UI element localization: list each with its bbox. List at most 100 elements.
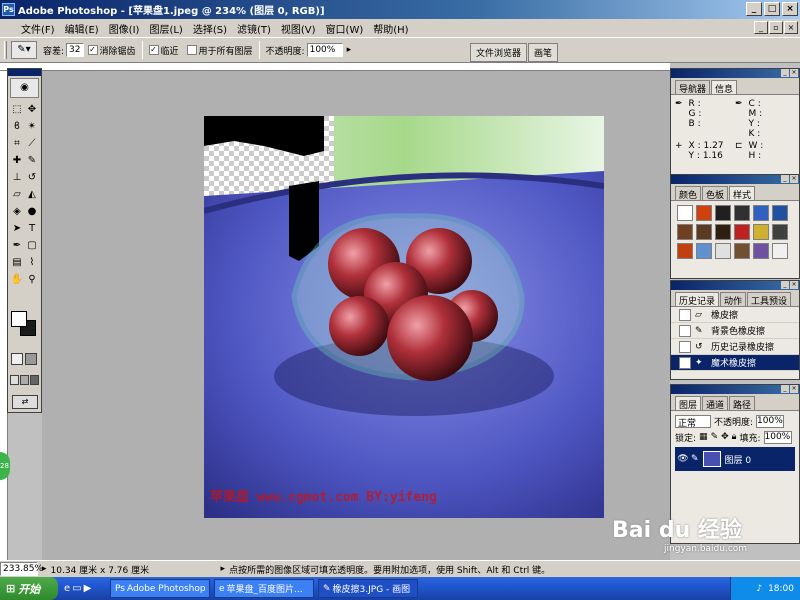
task-paint[interactable]: ✎ 橡皮擦3.JPG - 画图 (318, 579, 418, 598)
menu-layer[interactable]: 图层(L) (144, 21, 187, 36)
history-item[interactable]: ✎ 背景色橡皮擦 (671, 323, 799, 339)
notes-tool-icon[interactable]: ▤ (10, 255, 24, 271)
layer-opacity-input[interactable]: 100% (756, 414, 785, 428)
lock-transparency-icon[interactable]: ▦ (699, 432, 708, 442)
desktop-icon[interactable]: ▭ (72, 583, 81, 594)
screen-mode-full-menu-icon[interactable] (20, 375, 29, 385)
tab-navigator[interactable]: 导航器 (675, 80, 711, 95)
style-swatch[interactable] (696, 205, 712, 221)
task-browser[interactable]: e 苹果盘_百度图片... (214, 579, 314, 598)
fill-input[interactable]: 100% (763, 430, 792, 444)
marquee-tool-icon[interactable]: ⬚ (10, 102, 24, 118)
eraser-tool-icon[interactable]: ▱ (10, 187, 24, 203)
paint-bucket-tool-icon[interactable]: ◭ (25, 187, 39, 203)
doc-close-button[interactable]: × (784, 21, 798, 34)
pen-tool-icon[interactable]: ✒ (10, 238, 24, 254)
task-photoshop[interactable]: Ps Adobe Photoshop ... (110, 579, 210, 598)
tolerance-input[interactable]: 32 (66, 43, 84, 57)
side-tab-icon[interactable]: 28 (0, 452, 10, 480)
menu-edit[interactable]: 编辑(E) (60, 21, 104, 36)
foreground-color-swatch[interactable] (11, 311, 27, 327)
minimize-button[interactable]: _ (746, 2, 762, 16)
all-layers-checkbox[interactable] (186, 45, 197, 55)
tab-tool-presets[interactable]: 工具预设 (747, 292, 792, 307)
layers-panel-titlebar[interactable]: _ × (671, 385, 799, 394)
menu-image[interactable]: 图像(I) (104, 21, 145, 36)
tab-layers[interactable]: 图层 (675, 396, 702, 411)
magic-wand-tool-icon[interactable]: ✴ (25, 119, 39, 135)
clock[interactable]: 18:00 (768, 584, 794, 594)
start-button[interactable]: ⊞ 开始 (0, 577, 58, 600)
type-tool-icon[interactable]: T (25, 221, 39, 237)
lock-all-icon[interactable]: 🔒︎ (732, 432, 737, 442)
healing-brush-tool-icon[interactable]: ✚ (10, 153, 24, 169)
history-brush-tool-icon[interactable]: ↺ (25, 170, 39, 186)
tray-volume-icon[interactable]: ♪ (756, 584, 762, 594)
media-icon[interactable]: ▶ (84, 583, 92, 594)
style-swatch[interactable] (734, 224, 750, 240)
move-tool-icon[interactable]: ✥ (25, 102, 39, 118)
tab-swatches[interactable]: 色板 (702, 186, 729, 201)
horizontal-ruler[interactable] (0, 63, 670, 71)
menu-select[interactable]: 选择(S) (188, 21, 232, 36)
file-browser-tab[interactable]: 文件浏览器 (470, 43, 528, 62)
doc-restore-button[interactable]: ▫ (769, 21, 783, 34)
style-swatch[interactable] (772, 205, 788, 221)
history-source-checkbox[interactable] (679, 308, 691, 321)
blend-mode-select[interactable]: 正常 (675, 414, 711, 429)
tab-channels[interactable]: 通道 (702, 396, 729, 411)
screen-mode-standard-icon[interactable] (10, 375, 19, 385)
lasso-tool-icon[interactable]: ϐ (10, 119, 24, 135)
magic-eraser-preset-icon[interactable]: ✎▾ (11, 41, 37, 59)
history-source-checkbox[interactable] (679, 340, 691, 353)
hand-tool-icon[interactable]: ✋ (10, 272, 24, 288)
slice-tool-icon[interactable]: ⟋ (25, 136, 39, 152)
style-swatch[interactable] (715, 205, 731, 221)
eyedropper-tool-icon[interactable]: ⌇ (25, 255, 39, 271)
history-item[interactable]: ▱ 橡皮擦 (671, 307, 799, 323)
tab-info[interactable]: 信息 (711, 80, 738, 95)
close-button[interactable]: × (782, 2, 798, 16)
tab-styles[interactable]: 样式 (729, 186, 756, 201)
style-swatch[interactable] (753, 205, 769, 221)
menu-window[interactable]: 窗口(W) (321, 21, 369, 36)
layer-row[interactable]: 👁︎ ✎ 图层 0 (675, 447, 795, 471)
shape-tool-icon[interactable]: ▢ (25, 238, 39, 254)
document-info-icon[interactable]: ▸ (42, 564, 47, 574)
style-swatch[interactable] (734, 243, 750, 259)
maximize-button[interactable]: □ (764, 2, 780, 16)
style-swatch[interactable] (715, 243, 731, 259)
style-swatch[interactable] (772, 243, 788, 259)
screen-mode-full-icon[interactable] (30, 375, 39, 385)
style-swatch[interactable] (696, 224, 712, 240)
style-swatch[interactable] (772, 224, 788, 240)
brushes-tab[interactable]: 画笔 (528, 43, 559, 62)
tab-history[interactable]: 历史记录 (675, 292, 720, 307)
jump-to-imageready-icon[interactable]: ⇄ (12, 395, 38, 409)
zoom-level-input[interactable]: 233.85% (0, 562, 43, 576)
clone-stamp-tool-icon[interactable]: ⊥ (10, 170, 24, 186)
history-source-checkbox[interactable] (679, 356, 691, 369)
menu-help[interactable]: 帮助(H) (368, 21, 413, 36)
opacity-input[interactable]: 100% (306, 43, 343, 57)
ie-icon[interactable]: e (64, 583, 70, 594)
style-swatch[interactable] (677, 205, 693, 221)
style-swatch[interactable] (677, 224, 693, 240)
options-grip[interactable] (4, 41, 7, 59)
photoshop-logo-icon[interactable]: ◉ (10, 78, 39, 98)
tab-actions[interactable]: 动作 (720, 292, 747, 307)
info-panel-titlebar[interactable]: _ × (671, 69, 799, 78)
style-swatch[interactable] (753, 243, 769, 259)
antialias-checkbox[interactable]: ✓ (87, 45, 98, 55)
doc-minimize-button[interactable]: _ (754, 21, 768, 34)
history-item[interactable]: ↺ 历史记录橡皮擦 (671, 339, 799, 355)
document-canvas[interactable]: 苹果盘 www.cgmot.com BY:yifeng (204, 116, 604, 518)
tab-paths[interactable]: 路径 (729, 396, 756, 411)
tab-color[interactable]: 颜色 (675, 186, 702, 201)
style-swatch[interactable] (677, 243, 693, 259)
opacity-dropdown-icon[interactable]: ▸ (347, 45, 352, 55)
standard-mode-icon[interactable] (11, 353, 23, 365)
quick-mask-mode-icon[interactable] (25, 353, 37, 365)
eye-icon[interactable]: 👁︎ (675, 454, 691, 464)
brush-tool-icon[interactable]: ✎ (25, 153, 39, 169)
